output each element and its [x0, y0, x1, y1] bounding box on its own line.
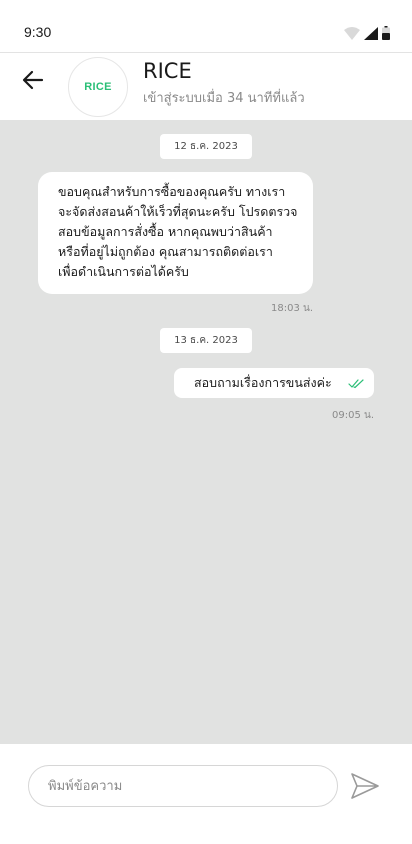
message-input[interactable]: [28, 765, 338, 807]
status-time: 9:30: [24, 24, 52, 40]
send-icon: [351, 773, 379, 799]
contact-last-seen: เข้าสู่ระบบเมื่อ 34 นาทีที่แล้ว: [143, 91, 305, 106]
message-line: จะจัดส่งสอนค้าให้เร็วที่สุดนะครับ โปรดตร…: [58, 204, 298, 219]
outgoing-message-bubble[interactable]: สอบถามเรื่องการขนส่งค่ะ: [174, 368, 374, 398]
message-line: เพื่อดำเนินการต่อได้ครับ: [58, 264, 189, 279]
incoming-message-bubble[interactable]: ขอบคุณสำหรับการซื้อของคุณครับ ทางเรา จะจ…: [38, 172, 313, 294]
contact-avatar[interactable]: RICE: [68, 57, 128, 117]
wifi-icon: [344, 27, 360, 40]
status-icons: [344, 26, 390, 40]
chat-header: RICE RICE เข้าสู่ระบบเมื่อ 34 นาทีที่แล้…: [0, 52, 412, 120]
message-line: หรือที่อยู่ไม่ถูกต้อง คุณสามารถติดต่อเรา: [58, 244, 273, 259]
message-composer: [0, 744, 412, 844]
date-separator: 12 ธ.ค. 2023: [160, 134, 252, 159]
outgoing-message-time: 09:05 น.: [332, 410, 375, 421]
incoming-message-time: 18:03 น.: [271, 303, 314, 314]
date-separator: 13 ธ.ค. 2023: [160, 328, 252, 353]
arrow-left-icon: [22, 70, 44, 90]
back-button[interactable]: [20, 68, 46, 92]
battery-icon: [382, 26, 390, 40]
signal-icon: [364, 27, 378, 40]
send-button[interactable]: [350, 771, 380, 801]
contact-name: RICE: [143, 59, 192, 83]
message-line: สอบข้อมูลการสั่งซื้อ หากคุณพบว่าสินค้า: [58, 224, 273, 239]
message-line: ขอบคุณสำหรับการซื้อของคุณครับ ทางเรา: [58, 184, 286, 199]
double-check-icon: [348, 379, 364, 389]
status-bar: 9:30: [0, 0, 412, 52]
outgoing-message-text: สอบถามเรื่องการขนส่งค่ะ: [194, 375, 332, 390]
chat-messages[interactable]: 12 ธ.ค. 2023 ขอบคุณสำหรับการซื้อของคุณคร…: [0, 120, 412, 744]
rice-logo: RICE: [84, 81, 112, 93]
